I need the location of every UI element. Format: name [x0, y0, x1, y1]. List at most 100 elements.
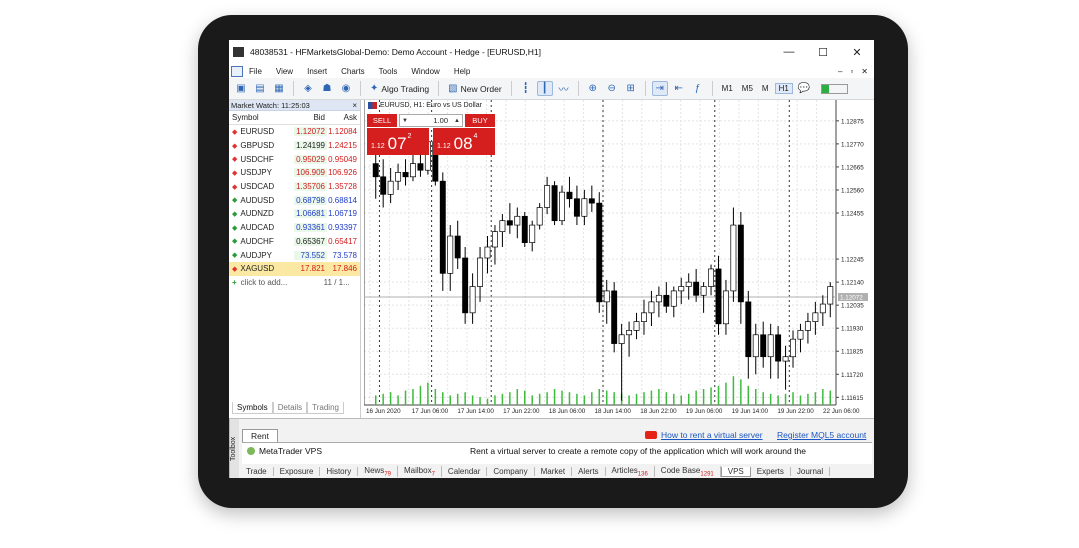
market-watch-row[interactable]: ◆ USDCAD 1.35706 1.35728 [229, 180, 360, 194]
comment-icon[interactable]: 💬 [796, 81, 812, 96]
new-chart-icon[interactable]: ▣ [233, 81, 249, 96]
price-tick-label: 1.11825 [841, 349, 864, 356]
mdi-close-button[interactable]: ✕ [861, 67, 868, 76]
toolbox-panel: Toolbox Rent How to rent a virtual serve… [229, 418, 874, 478]
timeframe-m5[interactable]: M5 [739, 84, 756, 93]
app-icon [233, 47, 244, 57]
price-tick-label: 1.12875 [841, 118, 864, 125]
chart-window[interactable]: 1.12875 1.12770 1.12665 1.12560 1.12455 1.122… [364, 100, 874, 418]
market-watch-row[interactable]: ◆ AUDCAD 0.93361 0.93397 [229, 221, 360, 235]
decrease-lot-icon[interactable]: ▼ [400, 118, 410, 124]
zoom-out-icon[interactable]: ⊖ [604, 81, 620, 96]
line-chart-icon[interactable]: 〰 [556, 81, 572, 96]
close-button[interactable]: ✕ [840, 46, 874, 59]
bar-chart-icon[interactable]: ┇ [518, 81, 534, 96]
signals-icon[interactable]: ◉ [338, 81, 354, 96]
market-watch-rows: ◆ EURUSD 1.12072 1.12084 ◆ GBPUSD 1.24199 1.242… [229, 125, 360, 276]
indicators-icon[interactable]: ƒ [690, 81, 706, 96]
buy-price-button[interactable]: 1.12 08 4 [433, 128, 495, 155]
tab-journal[interactable]: Journal [791, 467, 831, 476]
market-watch-row[interactable]: ◆ AUDCHF 0.65367 0.65417 [229, 235, 360, 249]
tab-alerts[interactable]: Alerts [572, 467, 606, 476]
tab-symbols[interactable]: Symbols [232, 402, 273, 414]
sell-price-fraction: 2 [407, 133, 412, 140]
market-watch-row[interactable]: ◆ USDCHF 0.95029 0.95049 [229, 152, 360, 166]
profiles-icon[interactable]: ▤ [252, 81, 268, 96]
tab-articles[interactable]: Articles136 [606, 465, 655, 478]
menu-window[interactable]: Window [411, 67, 439, 76]
column-bid[interactable]: Bid [294, 113, 327, 122]
symbol-name: AUDCAD [240, 223, 275, 233]
zoom-in-icon[interactable]: ⊕ [585, 81, 601, 96]
sell-price-pips: 07 [387, 134, 407, 153]
add-symbol-row[interactable]: + click to add... 11 / 1... [229, 276, 360, 290]
menu-view[interactable]: View [276, 67, 293, 76]
column-ask[interactable]: Ask [327, 113, 360, 122]
mdi-minimize-button[interactable]: – [838, 67, 842, 76]
market-watch-icon[interactable]: ◈ [300, 81, 316, 96]
mdi-controls: – ▫ ✕ [838, 67, 868, 76]
tab-history[interactable]: History [320, 467, 359, 476]
tab-mailbox[interactable]: Mailbox7 [398, 465, 442, 478]
tab-market[interactable]: Market [535, 467, 573, 476]
tab-vps[interactable]: VPS [720, 466, 751, 477]
symbol-cell: ◆ AUDCAD [229, 223, 294, 232]
tab-company[interactable]: Company [487, 467, 535, 476]
youtube-link[interactable]: How to rent a virtual server [645, 430, 763, 440]
market-watch-row[interactable]: ◆ EURUSD 1.12072 1.12084 [229, 125, 360, 139]
menu-charts[interactable]: Charts [341, 67, 365, 76]
tab-news[interactable]: News79 [358, 465, 398, 478]
mdi-restore-button[interactable]: ▫ [850, 67, 853, 76]
market-watch-row[interactable]: ◆ GBPUSD 1.24199 1.24215 [229, 139, 360, 153]
menu-tools[interactable]: Tools [379, 67, 398, 76]
timeframe-h1[interactable]: H1 [774, 83, 793, 94]
lot-size-value[interactable]: 1.00 [410, 116, 452, 125]
candle-body [655, 294, 662, 303]
bid-cell: 0.65367 [294, 236, 327, 246]
menu-insert[interactable]: Insert [307, 67, 327, 76]
sell-button[interactable]: SELL [367, 114, 397, 127]
price-up-icon: ◆ [232, 238, 238, 246]
chart-window-icon[interactable] [231, 65, 243, 77]
column-symbol[interactable]: Symbol [229, 113, 294, 122]
chart-shift-icon[interactable]: ⇤ [671, 81, 687, 96]
increase-lot-icon[interactable]: ▲ [452, 118, 462, 124]
minimize-button[interactable]: — [772, 46, 806, 58]
time-tick-label: 17 Jun 06:00 [412, 408, 449, 415]
market-watch-row[interactable]: ◆ AUDNZD 1.06681 1.06719 [229, 207, 360, 221]
tab-rent[interactable]: Rent [242, 429, 278, 442]
algo-trading-button[interactable]: ✦ Algo Trading [367, 81, 432, 97]
tile-windows-icon[interactable]: ⊞ [623, 81, 639, 96]
tab-trading[interactable]: Trading [307, 402, 344, 414]
templates-icon[interactable]: ▦ [271, 81, 287, 96]
market-watch-row[interactable]: ◆ USDJPY 106.909 106.926 [229, 166, 360, 180]
menu-file[interactable]: File [249, 67, 262, 76]
navigator-icon[interactable]: ☗ [319, 81, 335, 96]
menu-help[interactable]: Help [454, 67, 470, 76]
bid-cell: 0.93361 [294, 223, 327, 233]
menu-bar: File View Insert Charts Tools Window Hel… [229, 64, 874, 78]
market-watch-close-icon[interactable]: × [352, 101, 360, 110]
maximize-button[interactable]: ☐ [806, 46, 840, 59]
register-mql5-link[interactable]: Register MQL5 account [777, 430, 866, 440]
timeframe-m1[interactable]: M1 [719, 84, 736, 93]
market-watch-row[interactable]: ◆ AUDJPY 73.552 73.578 [229, 248, 360, 262]
time-tick-label: 22 Jun 06:00 [823, 408, 860, 415]
market-watch-header: Market Watch: 11:25:03 × [229, 100, 360, 111]
timeframe-more[interactable]: M [759, 84, 772, 93]
tab-exposure[interactable]: Exposure [274, 467, 321, 476]
tab-trade[interactable]: Trade [240, 467, 274, 476]
tab-details[interactable]: Details [272, 402, 308, 414]
tab-experts[interactable]: Experts [751, 467, 791, 476]
market-watch-row[interactable]: ◆ AUDUSD 0.68798 0.68814 [229, 193, 360, 207]
market-watch-row[interactable]: ◆ XAGUSD 17.821 17.846 [229, 261, 360, 276]
youtube-link-label: How to rent a virtual server [661, 430, 763, 440]
new-order-button[interactable]: ▧ New Order [445, 81, 505, 97]
tab-calendar[interactable]: Calendar [442, 467, 488, 476]
tab-code-base[interactable]: Code Base1291 [655, 465, 721, 478]
sell-price-button[interactable]: 1.12 07 2 [367, 128, 429, 155]
lot-size-stepper[interactable]: ▼ 1.00 ▲ [399, 114, 463, 127]
candlestick-chart-icon[interactable]: ┃ [536, 81, 553, 96]
buy-button[interactable]: BUY [465, 114, 495, 127]
auto-scroll-icon[interactable]: ⇥ [651, 81, 668, 96]
